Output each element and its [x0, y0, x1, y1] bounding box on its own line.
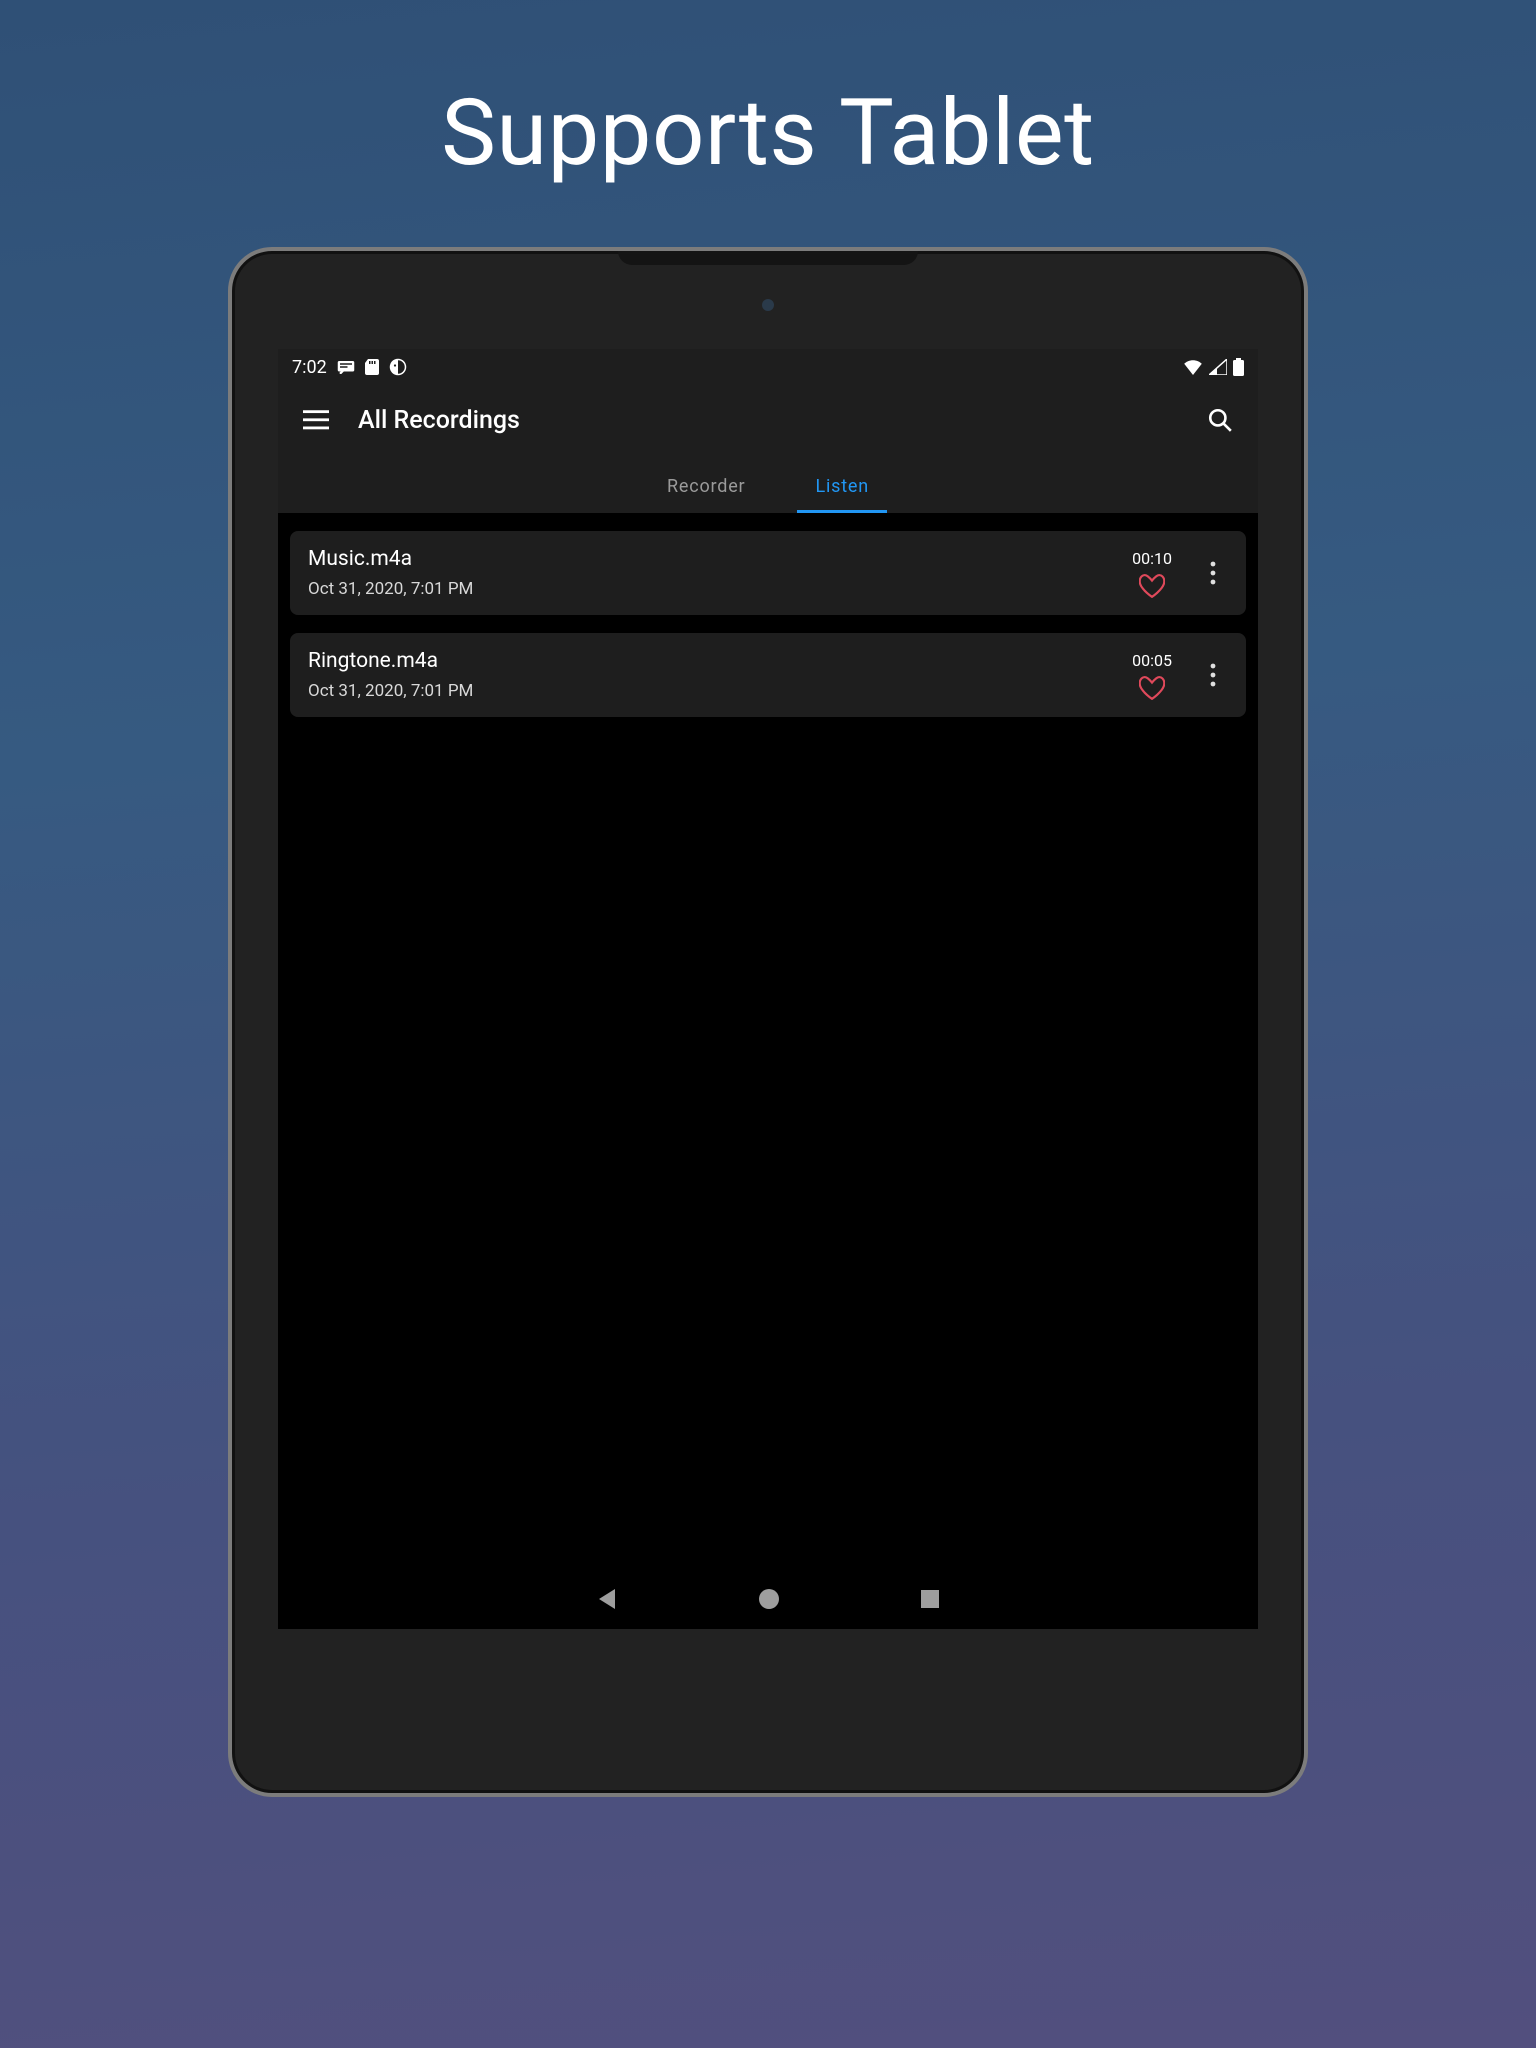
recording-row[interactable]: Music.m4a Oct 31, 2020, 7:01 PM 00:10	[290, 531, 1246, 615]
recording-name: Ringtone.m4a	[308, 649, 1132, 673]
recordings-list: Music.m4a Oct 31, 2020, 7:01 PM 00:10 Ri…	[278, 513, 1258, 1569]
tab-recorder[interactable]: Recorder	[657, 460, 755, 511]
nav-home-icon[interactable]	[758, 1588, 780, 1610]
battery-icon	[1233, 358, 1244, 376]
tab-listen[interactable]: Listen	[805, 460, 879, 511]
tablet-device-frame: 7:02	[228, 247, 1308, 1797]
signal-icon	[1209, 359, 1227, 375]
search-icon[interactable]	[1200, 400, 1240, 440]
favorite-heart-icon[interactable]	[1139, 676, 1165, 700]
tablet-camera	[762, 299, 774, 311]
promo-title: Supports Tablet	[441, 80, 1094, 187]
more-options-icon[interactable]	[1196, 663, 1230, 687]
recording-row[interactable]: Ringtone.m4a Oct 31, 2020, 7:01 PM 00:05	[290, 633, 1246, 717]
android-nav-bar	[278, 1569, 1258, 1629]
recording-name: Music.m4a	[308, 547, 1132, 571]
app-bar-title: All Recordings	[358, 406, 520, 435]
app-bar: All Recordings	[278, 385, 1258, 455]
more-options-icon[interactable]	[1196, 561, 1230, 585]
nav-recent-icon[interactable]	[920, 1589, 940, 1609]
recording-date: Oct 31, 2020, 7:01 PM	[308, 579, 1132, 599]
wifi-icon	[1183, 359, 1203, 375]
recording-duration: 00:10	[1132, 549, 1172, 568]
sd-card-icon	[365, 359, 379, 375]
recording-duration: 00:05	[1132, 651, 1172, 670]
recording-date: Oct 31, 2020, 7:01 PM	[308, 681, 1132, 701]
message-icon	[337, 360, 355, 374]
tab-bar: Recorder Listen	[278, 455, 1258, 513]
favorite-heart-icon[interactable]	[1139, 574, 1165, 598]
tablet-notch	[618, 251, 918, 265]
app-status-icon	[389, 358, 407, 376]
tablet-screen: 7:02	[278, 349, 1258, 1629]
status-bar: 7:02	[278, 349, 1258, 385]
hamburger-menu-icon[interactable]	[296, 400, 336, 440]
nav-back-icon[interactable]	[596, 1587, 618, 1611]
status-time: 7:02	[292, 357, 327, 378]
